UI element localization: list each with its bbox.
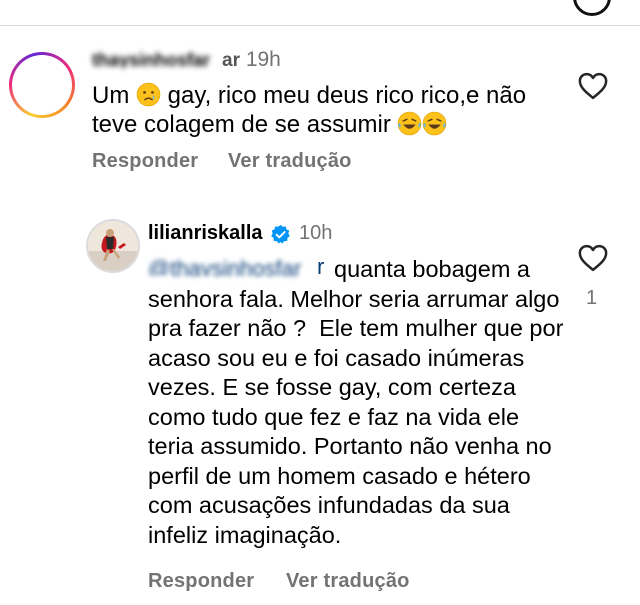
mention-tail[interactable]: r	[317, 254, 324, 280]
crying-face-icon	[136, 82, 161, 107]
avatar-story-ring[interactable]	[9, 52, 75, 118]
top-icon-partial[interactable]	[573, 0, 611, 16]
comment-time: 19h	[245, 48, 281, 71]
comment-username-blurred[interactable]: thaysinhosfar	[92, 50, 227, 68]
top-divider	[0, 25, 640, 26]
reply-avatar[interactable]	[86, 219, 140, 273]
avatar	[12, 55, 72, 115]
tears-of-joy-icon	[398, 111, 422, 136]
comment-timestamp: ar 19h	[222, 48, 281, 72]
reply-timestamp: 10h	[299, 222, 333, 244]
reply-text-body: quanta bobagem a senhora fala. Melhor se…	[148, 256, 570, 548]
username-tail-blurred: ar	[222, 50, 240, 71]
tears-of-joy-icon	[423, 111, 447, 136]
avatar-photo-icon	[88, 221, 138, 271]
reply-button[interactable]: Responder	[92, 150, 198, 173]
reply-button[interactable]: Responder	[148, 570, 254, 593]
like-count: 1	[586, 287, 598, 309]
comment-text-part1: Um	[92, 82, 136, 109]
reply-username[interactable]: lilianriskalla	[148, 222, 263, 245]
translate-button[interactable]: Ver tradução	[286, 570, 410, 593]
like-heart-icon[interactable]	[578, 72, 608, 100]
verified-badge-icon	[271, 224, 290, 244]
like-heart-icon[interactable]	[578, 244, 608, 272]
reply-text: quanta bobagem a senhora fala. Melhor se…	[148, 255, 568, 550]
translate-button[interactable]: Ver tradução	[228, 150, 352, 173]
comment-text: Um gay, rico meu deus rico rico,e não te…	[92, 81, 572, 139]
